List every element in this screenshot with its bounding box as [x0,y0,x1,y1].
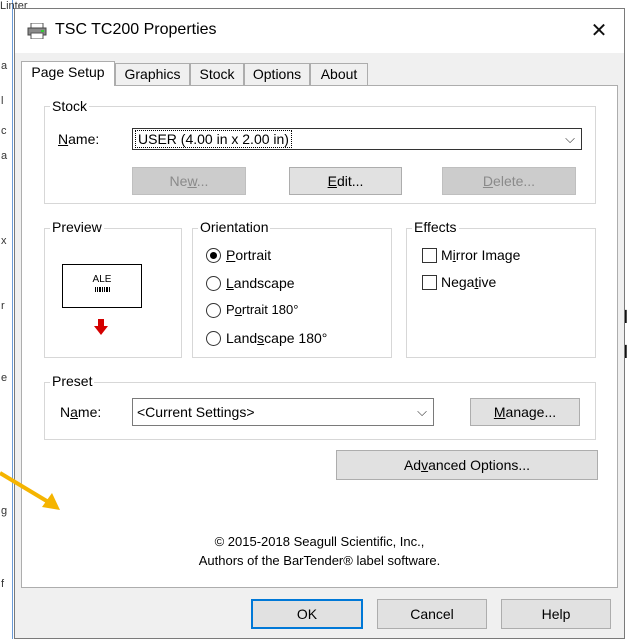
edit-stock-button[interactable]: Edit... [289,167,402,195]
landscape-radio[interactable] [206,276,221,291]
background-text: x [1,235,7,247]
stock-name-label: Name: [58,131,100,147]
background-window-border [12,0,13,639]
tab-about[interactable]: About [310,63,368,85]
tab-stock[interactable]: Stock [190,63,244,85]
background-text: e [1,372,8,384]
page-setup-panel: Stock Name: USER (4.00 in x 2.00 in) ⌵ N… [21,85,618,588]
chevron-down-icon: ⌵ [565,131,575,146]
preview-group-label: Preview [50,219,104,235]
negative-checkbox[interactable] [422,275,437,290]
mirror-image-checkbox[interactable] [422,248,437,263]
stock-name-value: USER (4.00 in x 2.00 in) [135,130,292,148]
new-stock-button[interactable]: New... [132,167,246,195]
annotation-arrow-icon [0,471,60,510]
ok-button[interactable]: OK [251,599,363,629]
chevron-down-icon: ⌵ [417,404,427,419]
negative-label[interactable]: Negative [441,274,496,290]
portrait-radio[interactable] [206,248,221,263]
preset-name-combo[interactable]: <Current Settings> ⌵ [132,398,434,426]
help-button[interactable]: Help [501,599,611,629]
preset-group-label: Preset [50,373,95,389]
stock-name-combo[interactable]: USER (4.00 in x 2.00 in) ⌵ [132,128,582,150]
portrait-180-radio[interactable] [206,303,221,318]
background-text: l [1,95,4,107]
stock-group-label: Stock [50,98,90,114]
orientation-group-label: Orientation [198,219,271,235]
background-text: a [1,150,8,162]
preset-name-label: Name: [60,404,102,420]
tab-graphics[interactable]: Graphics [115,63,190,85]
copyright-line-1: © 2015-2018 Seagull Scientific, Inc., [214,534,425,549]
background-text: f [1,578,5,590]
cancel-button[interactable]: Cancel [377,599,487,629]
properties-dialog: TSC TC200 Properties ✕ Page Setup Graphi… [14,8,625,639]
preset-name-value: <Current Settings> [137,404,255,420]
feed-direction-arrow-icon [94,319,108,335]
close-button[interactable]: ✕ [581,15,617,47]
background-text: c [1,125,7,137]
copyright-line-2: Authors of the BarTender® label software… [198,553,441,568]
background-text: r [1,300,5,312]
background-text: a [1,60,8,72]
label-preview: ALE [62,264,142,308]
dialog-title: TSC TC200 Properties [55,21,217,38]
printer-icon [27,23,47,39]
mirror-image-label[interactable]: Mirror Image [441,247,520,263]
barcode-icon [95,287,110,292]
delete-stock-button[interactable]: Delete... [442,167,576,195]
portrait-180-label[interactable]: Portrait 180° [226,302,298,317]
landscape-180-label[interactable]: Landscape 180° [226,330,327,346]
advanced-options-button[interactable]: Advanced Options... [336,450,598,480]
portrait-label[interactable]: Portrait [226,247,271,263]
landscape-180-radio[interactable] [206,331,221,346]
preview-label-text: ALE [92,274,112,285]
title-bar[interactable]: TSC TC200 Properties ✕ [15,9,624,53]
effects-group-label: Effects [412,219,459,235]
tab-page-setup[interactable]: Page Setup [21,61,115,86]
manage-preset-button[interactable]: Manage... [470,398,580,426]
landscape-label[interactable]: Landscape [226,275,295,291]
tab-options[interactable]: Options [244,63,310,85]
